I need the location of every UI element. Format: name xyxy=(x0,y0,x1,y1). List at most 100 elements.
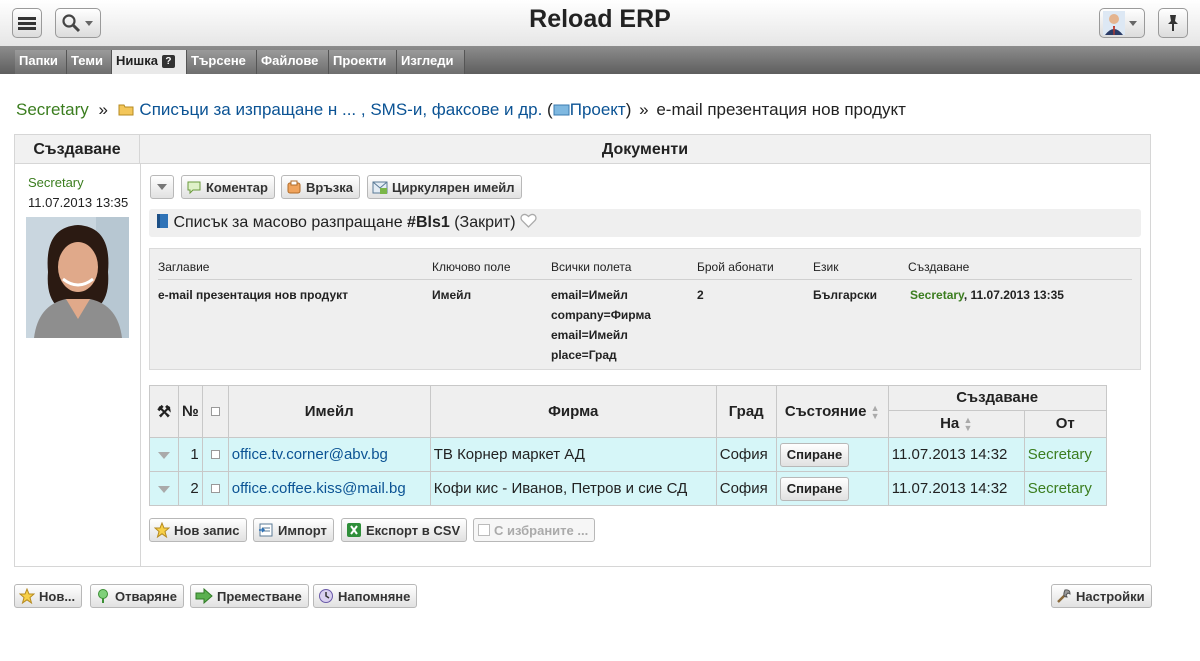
tab-search[interactable]: Търсене xyxy=(187,50,257,74)
link-icon xyxy=(287,180,301,194)
tab-label: Нишка xyxy=(116,53,158,68)
breadcrumb: Secretary » Списъци за изпращане н ... ,… xyxy=(16,100,906,120)
value-key-field: Имейл xyxy=(432,288,472,302)
user-menu-button[interactable] xyxy=(1099,8,1145,38)
sort-icon[interactable]: ▲ ▼ xyxy=(963,416,972,433)
row-created-by-link[interactable]: Secretary xyxy=(1023,471,1107,506)
excel-icon xyxy=(347,523,361,537)
row-num: 1 xyxy=(178,437,203,472)
import-button[interactable]: Импорт xyxy=(253,518,334,542)
created-column-heading: Създаване xyxy=(15,135,140,164)
value-created-at: , 11.07.2013 13:35 xyxy=(963,288,1064,302)
move-label: Преместване xyxy=(217,588,302,604)
move-button[interactable]: Преместване xyxy=(190,584,309,608)
stop-button[interactable]: Спиране xyxy=(779,442,850,467)
row-menu-icon[interactable] xyxy=(158,486,170,493)
tab-label: Проекти xyxy=(333,53,387,68)
open-button[interactable]: Отваряне xyxy=(90,584,184,608)
row-email-link[interactable]: office.tv.corner@abv.bg xyxy=(227,437,431,472)
label-language: Език xyxy=(813,260,839,274)
row-checkbox[interactable] xyxy=(210,484,220,493)
remind-button[interactable]: Напомняне xyxy=(313,584,418,608)
new-button[interactable]: Нов... xyxy=(14,584,83,608)
label-title: Заглавие xyxy=(158,260,210,274)
checkbox-icon xyxy=(478,524,490,536)
select-all-checkbox[interactable] xyxy=(210,407,220,416)
field-mapping: email=Имейл xyxy=(551,288,628,302)
pin-icon xyxy=(1168,15,1178,31)
value-created-by-link[interactable]: Secretary xyxy=(910,288,964,302)
circular-email-button[interactable]: Циркулярен имейл xyxy=(367,175,522,199)
tab-files[interactable]: Файлове xyxy=(257,50,329,74)
tab-folders[interactable]: Папки xyxy=(15,50,67,74)
chevron-down-icon xyxy=(1129,20,1137,26)
new-record-button[interactable]: Нов запис xyxy=(149,518,247,542)
created-date: 11.07.2013 13:35 xyxy=(28,195,129,210)
link-button[interactable]: Връзка xyxy=(281,175,361,199)
city-column-header[interactable]: Град xyxy=(715,385,777,438)
settings-button[interactable]: Настройки xyxy=(1051,584,1152,608)
row-created-by-link[interactable]: Secretary xyxy=(1023,437,1107,472)
value-title: e-mail презентация нов продукт xyxy=(158,288,348,302)
export-csv-label: Експорт в CSV xyxy=(366,522,461,538)
breadcrumb-project-link[interactable]: Проект xyxy=(570,100,626,119)
with-selected-label: С избраните ... xyxy=(494,522,589,538)
settings-label: Настройки xyxy=(1076,588,1145,604)
folder-icon xyxy=(118,104,134,116)
expand-toggle-button[interactable] xyxy=(150,175,174,199)
settings-tools-icon xyxy=(1057,589,1071,603)
tab-topics[interactable]: Теми xyxy=(67,50,112,74)
company-column-header[interactable]: Фирма xyxy=(429,385,717,438)
table-row[interactable]: 1 office.tv.corner@abv.bg ТВ Корнер марк… xyxy=(149,437,1107,472)
breadcrumb-user-link[interactable]: Secretary xyxy=(16,100,89,119)
row-status-cell: Спиране xyxy=(775,437,889,472)
row-num: 2 xyxy=(178,471,203,506)
heart-icon[interactable] xyxy=(520,213,537,228)
tab-label: Папки xyxy=(19,53,58,68)
created-column-header: Създаване xyxy=(887,385,1107,411)
created-by-header[interactable]: От xyxy=(1023,409,1107,439)
tab-thread[interactable]: Нишка? xyxy=(112,50,187,74)
export-csv-button[interactable]: Експорт в CSV xyxy=(341,518,468,542)
main-tabs: Папки Теми Нишка? Търсене Файлове Проект… xyxy=(0,46,1200,74)
created-on-header[interactable]: На ▲ ▼ xyxy=(887,409,1025,439)
star-icon xyxy=(19,588,35,604)
comment-button[interactable]: Коментар xyxy=(181,175,275,199)
project-icon xyxy=(553,104,570,116)
with-selected-button[interactable]: С избраните ... xyxy=(473,518,596,542)
user-avatar-icon xyxy=(1103,11,1125,35)
pin-button[interactable] xyxy=(1158,8,1188,38)
row-menu-icon[interactable] xyxy=(158,452,170,459)
author-avatar xyxy=(26,217,129,338)
table-row[interactable]: 2 office.coffee.kiss@mail.bg Кофи кис - … xyxy=(149,471,1107,506)
sort-icon[interactable]: ▲ ▼ xyxy=(871,404,880,421)
row-email-link[interactable]: office.coffee.kiss@mail.bg xyxy=(227,471,431,506)
list-info-panel: Заглавие Ключово поле Всички полета Брой… xyxy=(149,248,1141,370)
new-record-label: Нов запис xyxy=(174,522,240,538)
email-column-header[interactable]: Имейл xyxy=(227,385,431,438)
circular-email-label: Циркулярен имейл xyxy=(392,179,515,195)
row-menu-cell[interactable] xyxy=(149,471,179,506)
tab-views[interactable]: Изгледи xyxy=(397,50,465,74)
author-link[interactable]: Secretary xyxy=(28,175,84,190)
breadcrumb-folder-link[interactable]: Списъци за изпращане н ... , SMS-и, факс… xyxy=(139,100,542,119)
row-menu-cell[interactable] xyxy=(149,437,179,472)
value-created: Secretary, 11.07.2013 13:35 xyxy=(910,285,1064,305)
row-checkbox[interactable] xyxy=(210,450,220,459)
help-icon[interactable]: ? xyxy=(161,55,175,68)
breadcrumb-paren: ) xyxy=(625,100,632,119)
comment-label: Коментар xyxy=(206,179,268,195)
label-key-field: Ключово поле xyxy=(432,260,511,274)
comment-icon xyxy=(187,181,201,195)
stop-button[interactable]: Спиране xyxy=(779,476,850,501)
table-header-row: ⚒ № Имейл Фирма Град Състояние ▲ ▼ Създав… xyxy=(149,385,1107,438)
document-id: #Bls1 xyxy=(407,214,450,231)
breadcrumb-separator: » xyxy=(639,100,649,119)
tab-projects[interactable]: Проекти xyxy=(329,50,397,74)
import-icon xyxy=(259,523,273,537)
row-city: София xyxy=(715,437,777,472)
open-label: Отваряне xyxy=(115,588,177,604)
document-title-prefix: Списък за масово разпращане xyxy=(173,214,403,231)
row-company: Кофи кис - Иванов, Петров и сие СД xyxy=(429,471,717,506)
status-column-header[interactable]: Състояние ▲ ▼ xyxy=(775,385,889,438)
